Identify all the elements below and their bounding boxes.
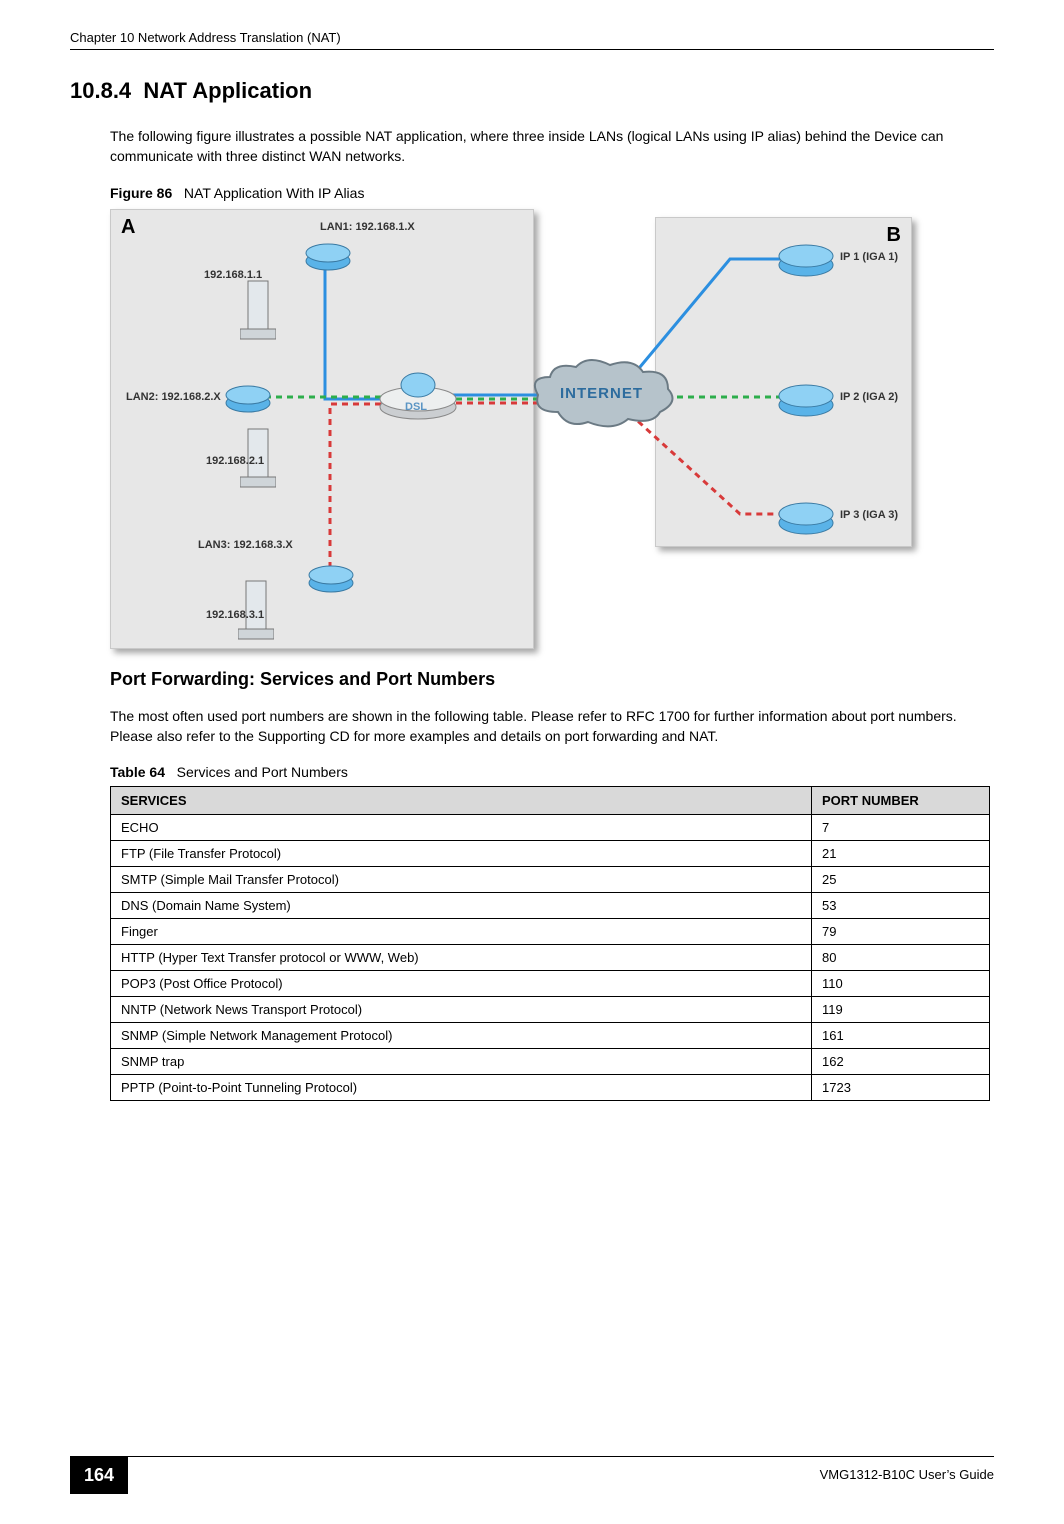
section-intro: The following figure illustrates a possi… (110, 126, 994, 167)
ip3-label: IP 3 (IGA 3) (840, 509, 898, 521)
port-table: SERVICES PORT NUMBER ECHO7FTP (File Tran… (110, 786, 990, 1101)
service-cell: FTP (File Transfer Protocol) (111, 841, 812, 867)
table-row: HTTP (Hyper Text Transfer protocol or WW… (111, 945, 990, 971)
lan3-net-label: LAN3: 192.168.3.X (198, 539, 293, 551)
table-row: ECHO7 (111, 815, 990, 841)
port-cell: 79 (812, 919, 990, 945)
internet-label: INTERNET (560, 385, 643, 402)
th-port: PORT NUMBER (812, 787, 990, 815)
port-cell: 161 (812, 1023, 990, 1049)
wan-ip3-router-icon (778, 497, 834, 535)
table-row: POP3 (Post Office Protocol)110 (111, 971, 990, 997)
lan1-net-label: LAN1: 192.168.1.X (320, 221, 415, 233)
wan-ip2-router-icon (778, 379, 834, 417)
lan1-router-icon (305, 239, 351, 271)
table-row: SNMP trap162 (111, 1049, 990, 1075)
page-number: 164 (70, 1457, 128, 1494)
table-row: FTP (File Transfer Protocol)21 (111, 841, 990, 867)
ip2-label: IP 2 (IGA 2) (840, 391, 898, 403)
service-cell: SMTP (Simple Mail Transfer Protocol) (111, 867, 812, 893)
ip1-label: IP 1 (IGA 1) (840, 251, 898, 263)
nat-diagram: A B (110, 209, 920, 649)
service-cell: ECHO (111, 815, 812, 841)
subhead: Port Forwarding: Services and Port Numbe… (110, 669, 994, 690)
table-caption: Services and Port Numbers (177, 764, 348, 780)
guide-text: VMG1312-B10C User’s Guide (820, 1457, 994, 1482)
port-cell: 119 (812, 997, 990, 1023)
table-row: Finger79 (111, 919, 990, 945)
wan-ip1-router-icon (778, 239, 834, 277)
internet-cloud-icon: INTERNET (528, 357, 678, 437)
th-services: SERVICES (111, 787, 812, 815)
service-cell: SNMP trap (111, 1049, 812, 1075)
table-header-row: SERVICES PORT NUMBER (111, 787, 990, 815)
table-label: Table 64 Services and Port Numbers (110, 764, 994, 780)
chapter-header: Chapter 10 Network Address Translation (… (70, 30, 341, 45)
paragraph2: The most often used port numbers are sho… (110, 706, 994, 747)
service-cell: POP3 (Post Office Protocol) (111, 971, 812, 997)
port-cell: 1723 (812, 1075, 990, 1101)
port-cell: 162 (812, 1049, 990, 1075)
port-cell: 25 (812, 867, 990, 893)
table-row: DNS (Domain Name System)53 (111, 893, 990, 919)
table-row: NNTP (Network News Transport Protocol)11… (111, 997, 990, 1023)
lan2-host-label: 192.168.2.1 (206, 455, 264, 467)
section-title: 10.8.4 NAT Application (70, 78, 994, 104)
lan3-router-icon (308, 561, 354, 593)
section-name: NAT Application (143, 78, 312, 103)
table-row: SMTP (Simple Mail Transfer Protocol)25 (111, 867, 990, 893)
lan1-host-label: 192.168.1.1 (204, 269, 262, 281)
figure-label: Figure 86 NAT Application With IP Alias (110, 185, 994, 201)
lan2-net-label: LAN2: 192.168.2.X (126, 391, 221, 403)
header-rule (70, 49, 994, 50)
port-cell: 53 (812, 893, 990, 919)
figure-number: Figure 86 (110, 185, 172, 201)
service-cell: NNTP (Network News Transport Protocol) (111, 997, 812, 1023)
service-cell: DNS (Domain Name System) (111, 893, 812, 919)
table-number: Table 64 (110, 764, 165, 780)
service-cell: PPTP (Point-to-Point Tunneling Protocol) (111, 1075, 812, 1101)
table-row: SNMP (Simple Network Management Protocol… (111, 1023, 990, 1049)
port-cell: 110 (812, 971, 990, 997)
table-row: PPTP (Point-to-Point Tunneling Protocol)… (111, 1075, 990, 1101)
service-cell: HTTP (Hyper Text Transfer protocol or WW… (111, 945, 812, 971)
dsl-device-icon: DSL (378, 371, 458, 421)
service-cell: Finger (111, 919, 812, 945)
figure-caption: NAT Application With IP Alias (184, 185, 365, 201)
section-number: 10.8.4 (70, 78, 131, 103)
lan1-host-icon (240, 279, 276, 341)
port-cell: 7 (812, 815, 990, 841)
lan3-host-label: 192.168.3.1 (206, 609, 264, 621)
port-cell: 80 (812, 945, 990, 971)
service-cell: SNMP (Simple Network Management Protocol… (111, 1023, 812, 1049)
port-cell: 21 (812, 841, 990, 867)
dsl-label: DSL (405, 401, 427, 413)
lan2-router-icon (225, 381, 271, 413)
